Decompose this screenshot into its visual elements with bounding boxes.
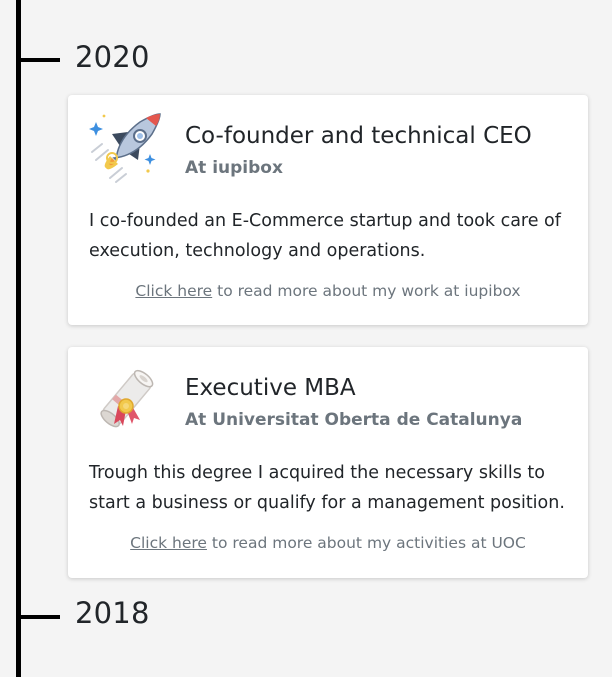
card-footer: Click here to read more about my work at… — [68, 282, 588, 300]
card-description: I co-founded an E-Commerce startup and t… — [89, 211, 561, 261]
timeline-card-iupibox: Co-founder and technical CEO At iupibox … — [68, 95, 588, 325]
read-more-link[interactable]: Click here — [130, 534, 207, 552]
read-more-link[interactable]: Click here — [135, 282, 212, 300]
timeline-tick-2020 — [17, 58, 60, 62]
diploma-icon — [88, 360, 166, 438]
card-subtitle: At iupibox — [185, 158, 283, 178]
year-heading-2020: 2020 — [75, 40, 150, 74]
read-more-suffix: to read more about my activities at UOC — [206, 534, 526, 552]
card-description: Trough this degree I acquired the necess… — [89, 463, 565, 513]
card-footer: Click here to read more about my activit… — [68, 534, 588, 552]
read-more-suffix: to read more about my work at iupibox — [212, 282, 521, 300]
rocket-icon — [88, 108, 166, 186]
year-heading-2018: 2018 — [75, 596, 150, 630]
timeline-tick-2018 — [17, 615, 60, 619]
timeline-card-uoc: Executive MBA At Universitat Oberta de C… — [68, 347, 588, 578]
timeline-line — [16, 0, 21, 677]
timeline-page: 2020 Co-founder and technical CEO At iup… — [0, 0, 612, 677]
card-title: Executive MBA — [185, 375, 356, 401]
card-title: Co-founder and technical CEO — [185, 123, 532, 149]
card-subtitle: At Universitat Oberta de Catalunya — [185, 410, 523, 430]
